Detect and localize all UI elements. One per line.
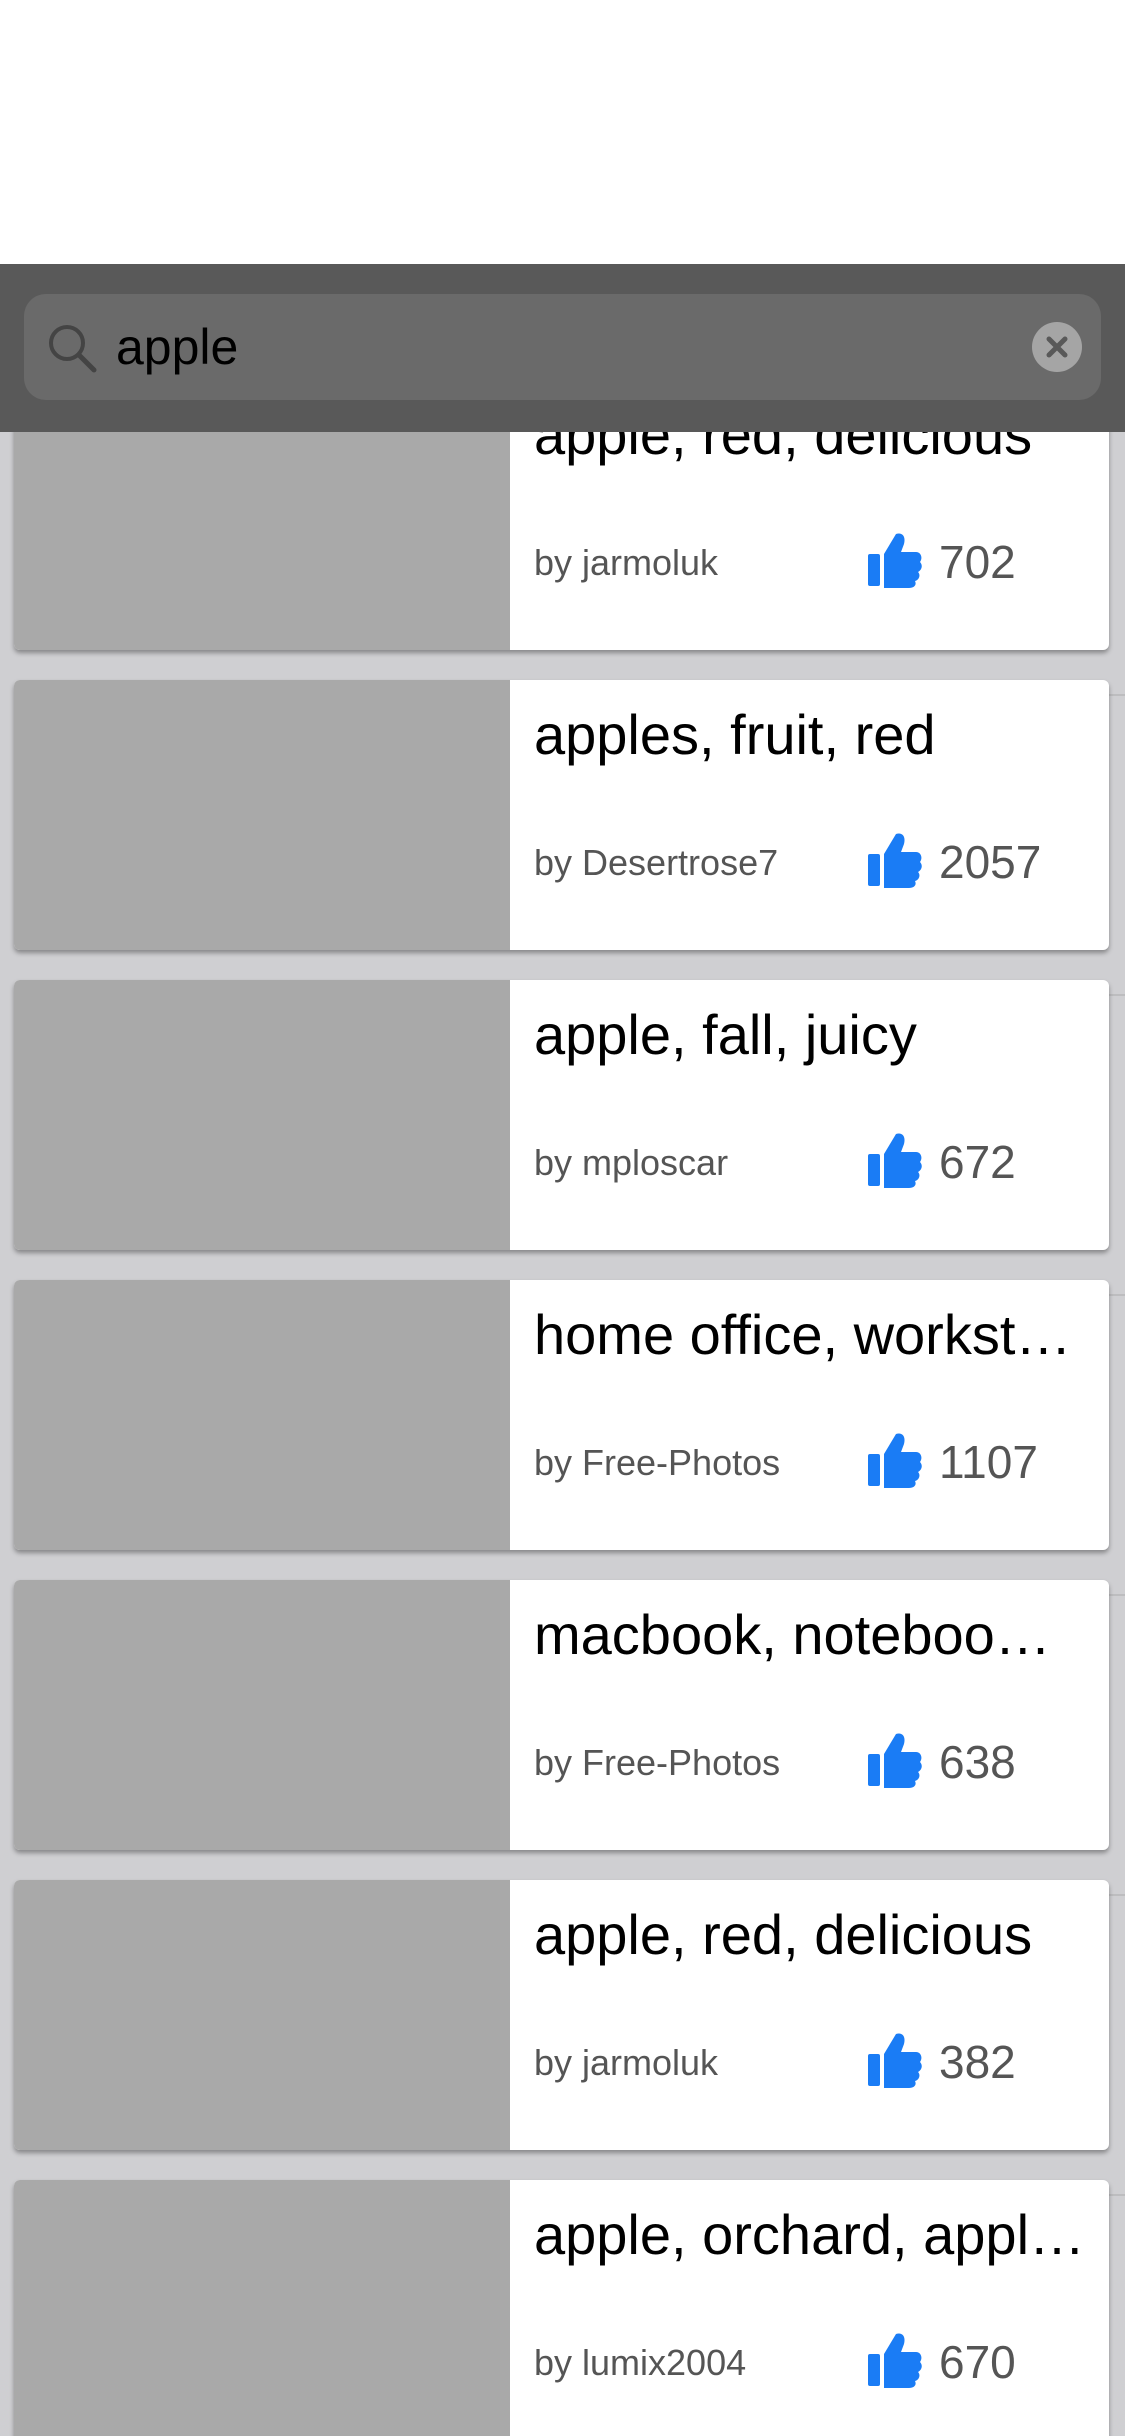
like-count: 1107 <box>939 1436 1038 1488</box>
result-thumbnail[interactable] <box>14 1580 510 1850</box>
clear-search-button[interactable] <box>1032 322 1082 372</box>
like-count: 638 <box>939 1736 1016 1788</box>
result-title: apple, red, delicious <box>534 1903 1033 1966</box>
result-card[interactable]: apple, orchard, appl… by lumix2004 670 <box>14 2180 1109 2436</box>
like-count: 382 <box>939 2036 1016 2088</box>
result-card[interactable]: home office, workst… by Free-Photos 1107 <box>14 1280 1109 1550</box>
result-title: apple, red, delicious <box>534 432 1033 466</box>
result-author: by mploscar <box>534 1142 729 1183</box>
result-card[interactable]: macbook, noteboo… by Free-Photos 638 <box>14 1580 1109 1850</box>
result-title: macbook, noteboo… <box>534 1603 1051 1666</box>
result-title: apples, fruit, red <box>534 703 936 766</box>
result-title: apple, fall, juicy <box>534 1003 917 1066</box>
thumbs-up-icon[interactable] <box>866 830 922 888</box>
thumbs-up-icon[interactable] <box>866 530 922 588</box>
search-bar <box>0 264 1125 432</box>
result-card[interactable]: apple, red, delicious by jarmoluk 382 <box>14 1880 1109 2150</box>
like-count: 702 <box>939 536 1016 588</box>
result-thumbnail[interactable] <box>14 2180 510 2436</box>
result-title: apple, orchard, appl… <box>534 2203 1086 2266</box>
result-thumbnail[interactable] <box>14 680 510 950</box>
thumbs-up-icon[interactable] <box>866 1130 922 1188</box>
like-count: 670 <box>939 2336 1016 2388</box>
result-author: by Free-Photos <box>534 1742 781 1783</box>
result-author: by jarmoluk <box>534 542 719 583</box>
result-author: by Desertrose7 <box>534 842 779 883</box>
like-count: 2057 <box>939 836 1042 888</box>
result-author: by lumix2004 <box>534 2342 747 2383</box>
result-title: home office, workst… <box>534 1303 1072 1366</box>
result-card[interactable]: apple, fall, juicy by mploscar 672 <box>14 980 1109 1250</box>
search-field[interactable] <box>24 294 1101 400</box>
status-area <box>0 0 1125 264</box>
thumbs-up-icon[interactable] <box>866 2030 922 2088</box>
result-thumbnail[interactable] <box>14 980 510 1250</box>
result-author: by Free-Photos <box>534 1442 781 1483</box>
thumbs-up-icon[interactable] <box>866 2330 922 2388</box>
result-thumbnail[interactable] <box>14 432 510 650</box>
thumbs-up-icon[interactable] <box>866 1730 922 1788</box>
search-icon <box>46 322 98 374</box>
like-count: 672 <box>939 1136 1016 1188</box>
result-card[interactable]: apple, red, delicious by jarmoluk 702 <box>14 432 1109 650</box>
close-icon <box>1046 336 1068 358</box>
result-thumbnail[interactable] <box>14 1280 510 1550</box>
result-card[interactable]: apples, fruit, red by Desertrose7 2057 <box>14 680 1109 950</box>
thumbs-up-icon[interactable] <box>866 1430 922 1488</box>
results-list[interactable]: apple, red, delicious by jarmoluk 702 ap… <box>0 432 1125 2436</box>
result-author: by jarmoluk <box>534 2042 719 2083</box>
search-input[interactable] <box>116 308 996 386</box>
result-thumbnail[interactable] <box>14 1880 510 2150</box>
